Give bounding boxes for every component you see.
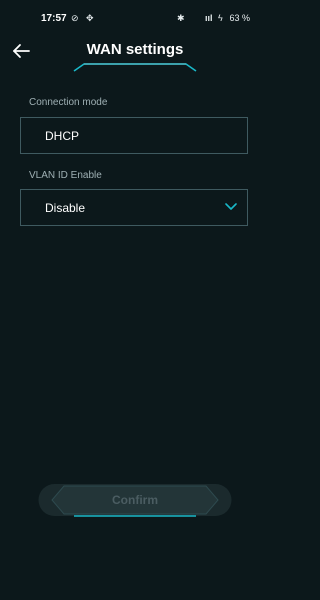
signal-icon: ııl <box>205 13 213 23</box>
vlan-id-enable-value: Disable <box>45 201 86 215</box>
confirm-label: Confirm <box>112 493 158 507</box>
vlan-id-enable-label: VLAN ID Enable <box>29 170 102 181</box>
confirm-button[interactable]: Confirm <box>38 482 232 518</box>
page-title: WAN settings <box>86 41 184 58</box>
chevron-down-icon <box>225 203 237 210</box>
connection-mode-value: DHCP <box>45 129 80 143</box>
battery-level: 63 % <box>229 13 250 23</box>
vlan-id-enable-select[interactable]: Disable <box>20 189 248 226</box>
connection-mode-label: Connection mode <box>29 97 108 108</box>
status-bar: 17:57 ⊘ ✥ ✱ ııl ϟ 63 % <box>0 0 270 34</box>
blocked-icon: ⊘ <box>71 13 79 23</box>
bluetooth-icon: ✱ <box>177 13 185 23</box>
shield-icon: ✥ <box>86 13 94 23</box>
header: WAN settings <box>0 34 270 76</box>
charging-icon: ϟ <box>218 13 223 23</box>
connection-mode-field[interactable]: DHCP <box>20 117 248 154</box>
status-time: 17:57 <box>41 13 67 24</box>
title-underline-decoration <box>73 63 197 72</box>
